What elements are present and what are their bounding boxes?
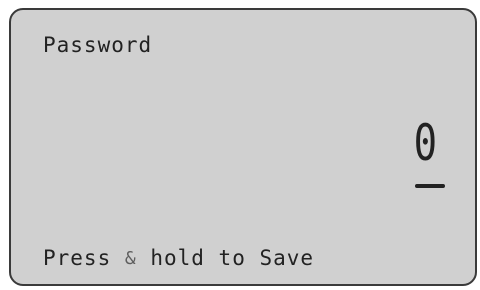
save-hint: Press & hold to Save [43,245,314,273]
password-digit[interactable]: 0 [414,114,437,172]
digit-cursor [415,184,445,188]
lcd-screen: Password 0 Press & hold to Save [9,8,477,286]
screen-title: Password [43,33,153,57]
hint-prefix: Press [43,246,125,270]
hint-suffix: hold to Save [136,246,315,270]
ampersand-symbol: & [124,248,137,269]
